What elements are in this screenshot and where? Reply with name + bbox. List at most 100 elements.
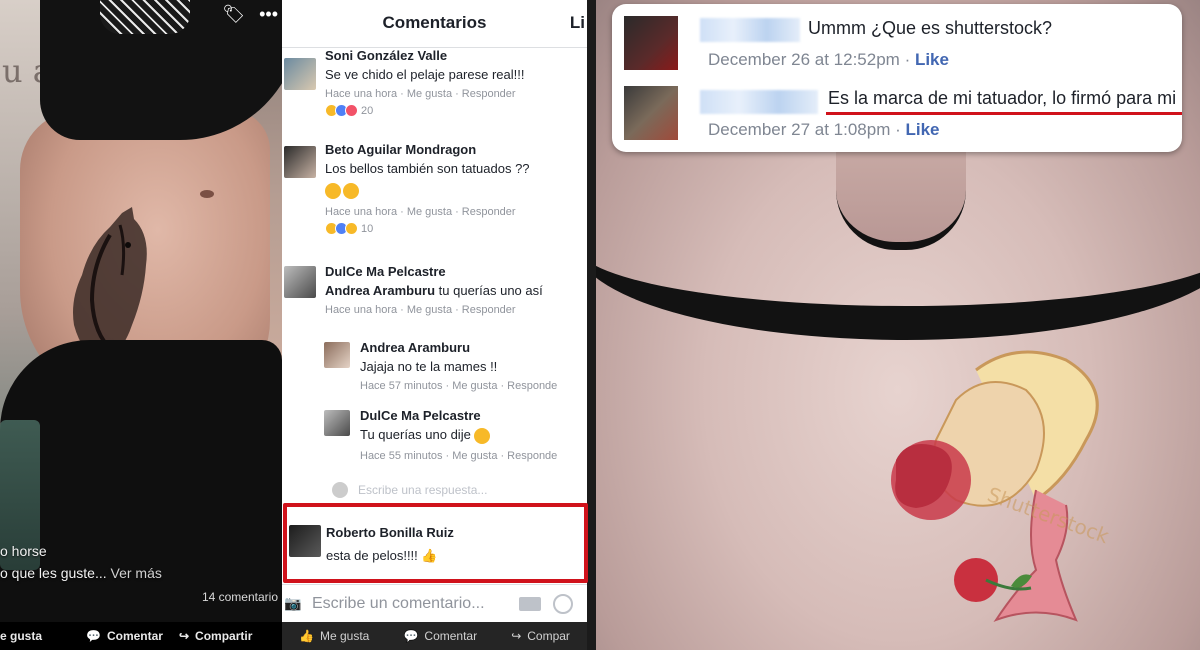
comment-text: Andrea Aramburu tu querías uno así bbox=[325, 283, 587, 298]
red-underline bbox=[826, 112, 1182, 115]
laughing-emojis bbox=[325, 182, 587, 200]
header-right-text[interactable]: Li bbox=[570, 13, 585, 33]
like-action[interactable]: e gusta bbox=[0, 629, 78, 643]
comment-author[interactable]: Roberto Bonilla Ruiz bbox=[326, 525, 454, 540]
love-reaction-icon bbox=[345, 104, 358, 117]
write-reply-field[interactable]: Escribe una respuesta... bbox=[332, 482, 487, 498]
share-action[interactable]: ↪ Compar bbox=[511, 629, 570, 643]
comment-item: Soni González Valle Se ve chido el pelaj… bbox=[282, 44, 587, 130]
tag-icon[interactable]: 🏷 bbox=[222, 4, 245, 25]
comments-title: Comentarios bbox=[382, 13, 487, 32]
like-link[interactable]: Me gusta bbox=[452, 450, 497, 462]
comment-date: December 26 at 12:52pm bbox=[708, 50, 900, 69]
share-label: Compartir bbox=[195, 629, 253, 643]
wow-reaction-icon bbox=[345, 222, 358, 235]
comment-icon: 💬 bbox=[403, 629, 419, 643]
mermaid-tattoo-image: Shutterstock bbox=[891, 350, 1113, 623]
comment-row: Es la marca de mi tatuador, lo firmó par… bbox=[624, 84, 1182, 146]
avatar[interactable] bbox=[289, 525, 321, 557]
avatar[interactable] bbox=[284, 266, 316, 298]
post-caption: o horse o que les guste... Ver más bbox=[0, 540, 162, 584]
comment-item: Beto Aguilar Mondragon Los bellos tambié… bbox=[282, 138, 587, 248]
reply-author[interactable]: DulCe Ma Pelcastre bbox=[360, 408, 587, 423]
reply-time: Hace 57 minutos bbox=[360, 380, 443, 392]
reactions[interactable]: 20 bbox=[325, 104, 587, 117]
comment-text: Es la marca de mi tatuador, lo firmó par… bbox=[828, 88, 1177, 108]
laughing-emoji-icon bbox=[343, 182, 359, 199]
caption-line-2: o que les guste... bbox=[0, 565, 107, 581]
comment-text: esta de pelos!!!! 👍 bbox=[326, 548, 454, 564]
see-more-link[interactable]: Ver más bbox=[111, 565, 162, 581]
reply-link[interactable]: Responder bbox=[462, 88, 516, 100]
comments-count[interactable]: 14 comentario bbox=[202, 590, 278, 604]
reactions[interactable]: 10 bbox=[325, 222, 587, 235]
reply-item: Andrea Aramburu Jajaja no te la mames !!… bbox=[322, 338, 587, 402]
share-icon: ↪ bbox=[178, 629, 190, 643]
comment-meta: December 27 at 1:08pm · Like bbox=[708, 120, 940, 139]
blurred-name[interactable] bbox=[700, 18, 800, 42]
sticker-icon[interactable] bbox=[553, 593, 573, 614]
comment-time: Hace una hora bbox=[325, 88, 398, 100]
thumbs-up-icon: 👍 bbox=[299, 629, 314, 643]
comment-text-body: tu querías uno así bbox=[435, 283, 543, 298]
reply-link[interactable]: Responder bbox=[462, 206, 516, 218]
comment-date: December 27 at 1:08pm bbox=[708, 120, 891, 139]
reply-author[interactable]: Andrea Aramburu bbox=[360, 340, 587, 355]
highlighted-comment-frame: Roberto Bonilla Ruiz esta de pelos!!!! 👍 bbox=[283, 503, 588, 583]
comment-row: Ummm ¿Que es shutterstock? December 26 a… bbox=[624, 14, 1174, 76]
avatar[interactable] bbox=[324, 410, 350, 436]
comment-label: Comentar bbox=[106, 629, 163, 643]
share-label: Compar bbox=[527, 629, 570, 643]
comment-time: Hace una hora bbox=[325, 206, 398, 218]
comment-author[interactable]: DulCe Ma Pelcastre bbox=[325, 264, 587, 279]
laughing-emoji-icon bbox=[325, 182, 341, 199]
comment-author[interactable]: Soni González Valle bbox=[325, 48, 587, 63]
right-photo-panel: Shutterstock Ummm ¿Que es shutterstock? … bbox=[596, 0, 1200, 650]
like-link[interactable]: Me gusta bbox=[407, 304, 452, 316]
avatar[interactable] bbox=[284, 58, 316, 90]
left-action-bar: e gusta 💬 Comentar ↪ Compartir bbox=[0, 622, 282, 650]
reaction-count: 10 bbox=[361, 222, 374, 235]
comment-input-bar: 📷 Escribe un comentario... bbox=[282, 584, 587, 622]
black-bra-band bbox=[596, 150, 1200, 340]
avatar[interactable] bbox=[284, 146, 316, 178]
comment-text: Se ve chido el pelaje parese real!!! bbox=[325, 67, 525, 82]
like-label: e gusta bbox=[0, 629, 43, 643]
write-reply-placeholder: Escribe una respuesta... bbox=[358, 483, 488, 497]
comment-author[interactable]: Beto Aguilar Mondragon bbox=[325, 142, 587, 157]
camera-icon[interactable]: 📷 bbox=[284, 595, 302, 612]
like-link[interactable]: Like bbox=[915, 50, 949, 69]
user-avatar-mini bbox=[332, 482, 348, 498]
reply-text: Jajaja no te la mames !! bbox=[360, 359, 498, 374]
like-link[interactable]: Me gusta bbox=[407, 88, 452, 100]
comment-action[interactable]: 💬 Comentar bbox=[78, 629, 171, 643]
comment-action[interactable]: 💬 Comentar bbox=[403, 629, 477, 643]
left-photo-panel: u a 🏷 ••• o horse o que les guste... Ver… bbox=[0, 0, 282, 650]
bandana-pattern bbox=[100, 0, 190, 34]
reply-link[interactable]: Responde bbox=[507, 380, 557, 392]
like-link[interactable]: Me gusta bbox=[407, 206, 452, 218]
comment-meta: Hace una hora · Me gusta · Responder bbox=[325, 304, 516, 316]
blurred-name[interactable] bbox=[700, 90, 818, 114]
reply-meta: Hace 55 minutos · Me gusta · Responde bbox=[360, 449, 558, 462]
reaction-count: 20 bbox=[361, 104, 374, 117]
like-action[interactable]: 👍 Me gusta bbox=[299, 629, 369, 643]
comment-icon: 💬 bbox=[86, 629, 101, 643]
like-link[interactable]: Like bbox=[906, 120, 940, 139]
like-label: Me gusta bbox=[320, 629, 370, 643]
comment-input[interactable]: Escribe un comentario... bbox=[312, 595, 519, 613]
share-action[interactable]: ↪ Compartir bbox=[171, 629, 260, 643]
reply-link[interactable]: Responde bbox=[507, 450, 557, 462]
more-options-icon[interactable]: ••• bbox=[259, 4, 278, 25]
avatar[interactable] bbox=[624, 86, 678, 140]
avatar[interactable] bbox=[324, 342, 350, 368]
reply-text-body: Tu querías uno dije bbox=[360, 427, 471, 442]
gif-icon[interactable] bbox=[519, 596, 541, 611]
highlighted-comment: Roberto Bonilla Ruiz esta de pelos!!!! 👍 bbox=[287, 507, 584, 579]
like-link[interactable]: Me gusta bbox=[452, 380, 497, 392]
laughing-emoji-icon bbox=[474, 427, 491, 444]
mention-link[interactable]: Andrea Aramburu bbox=[325, 283, 435, 298]
avatar[interactable] bbox=[624, 16, 678, 70]
caption-line-1: o horse bbox=[0, 543, 47, 559]
reply-link[interactable]: Responder bbox=[462, 304, 516, 316]
